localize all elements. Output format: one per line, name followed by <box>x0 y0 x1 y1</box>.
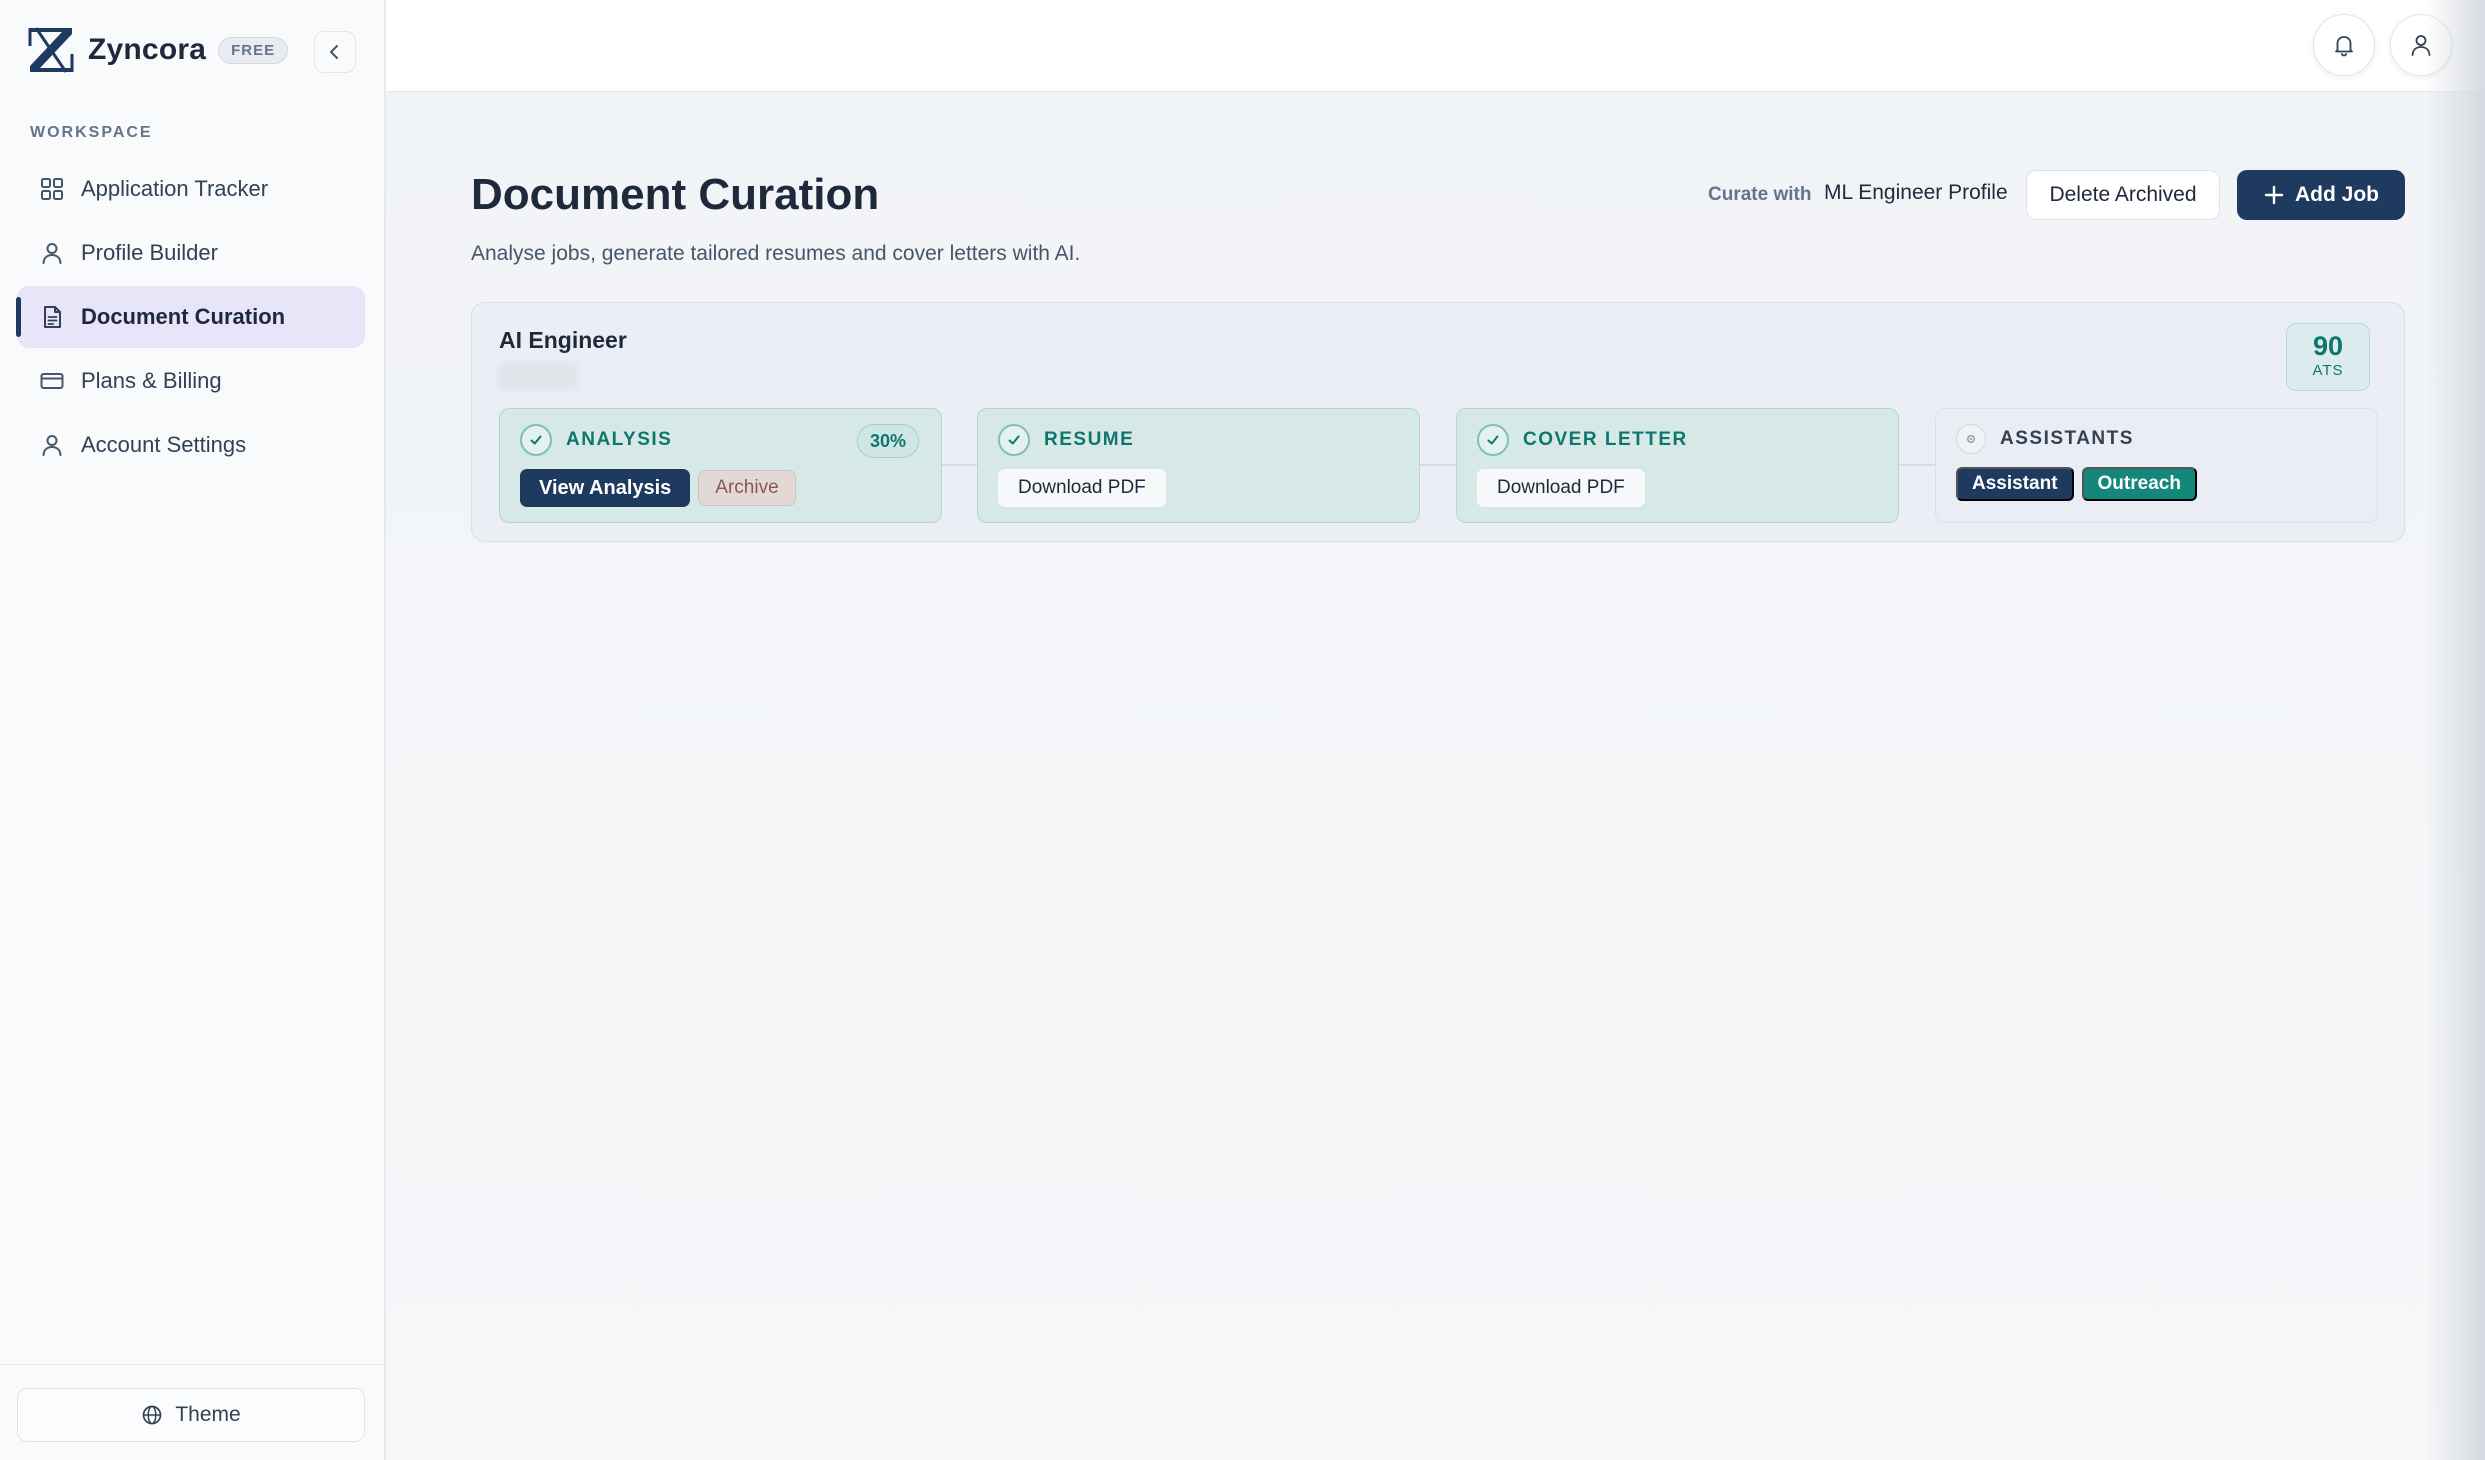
analysis-percent-badge: 30% <box>856 424 919 458</box>
sidebar-item-label: Document Curation <box>81 304 286 329</box>
step-connector <box>1420 464 1456 466</box>
sidebar-item-label: Account Settings <box>81 432 247 457</box>
sidebar-item-account-settings[interactable]: Account Settings <box>17 414 365 476</box>
globe-icon <box>142 1405 162 1425</box>
page-title: Document Curation <box>471 170 880 219</box>
bell-icon <box>2335 36 2353 57</box>
sidebar-nav: Application Tracker Profile Builder Docu… <box>16 158 365 478</box>
ats-score-badge: 90 ATS <box>2286 323 2370 391</box>
brand-name: Zyncora <box>88 33 207 66</box>
main-content: Document Curation Analyse jobs, generate… <box>386 92 2485 1460</box>
sidebar-item-profile-builder[interactable]: Profile Builder <box>17 222 365 284</box>
brand[interactable]: Zyncora FREE <box>26 24 289 76</box>
job-company-blurred <box>498 363 578 389</box>
sidebar-item-plans-billing[interactable]: Plans & Billing <box>17 350 365 412</box>
collapse-sidebar-button[interactable] <box>314 31 356 73</box>
user-icon <box>42 243 62 264</box>
job-card[interactable]: AI Engineer 90 ATS ANALYSIS 30% View Ana… <box>471 302 2405 542</box>
add-job-label: Add Job <box>2295 183 2379 206</box>
assistant-button[interactable]: Assistant <box>1956 467 2074 501</box>
step-name: RESUME <box>1044 429 1135 450</box>
check-icon <box>520 424 552 456</box>
check-icon <box>1477 424 1509 456</box>
ats-score: 90 <box>2312 331 2344 361</box>
credit-card-icon <box>40 373 64 389</box>
step-name: ANALYSIS <box>566 429 673 450</box>
step-connector <box>1899 464 1935 466</box>
gear-icon <box>1956 424 1986 454</box>
job-title: AI Engineer <box>499 327 627 353</box>
top-bar <box>386 0 2485 92</box>
view-analysis-button[interactable]: View Analysis <box>520 469 691 507</box>
sidebar: Zyncora FREE WORKSPACE Application Track… <box>0 0 386 1460</box>
profile-menu-button[interactable] <box>2390 14 2452 76</box>
sidebar-footer: Theme <box>0 1364 384 1460</box>
section-label-workspace: WORKSPACE <box>30 124 153 141</box>
step-name: COVER LETTER <box>1523 429 1688 450</box>
notifications-button[interactable] <box>2313 14 2375 76</box>
sidebar-item-document-curation[interactable]: Document Curation <box>16 286 365 348</box>
delete-archived-button[interactable]: Delete Archived <box>2026 170 2220 220</box>
sidebar-item-label: Plans & Billing <box>81 368 222 393</box>
theme-button[interactable]: Theme <box>17 1388 365 1442</box>
outreach-button[interactable]: Outreach <box>2081 467 2197 501</box>
ats-label: ATS <box>2312 362 2344 379</box>
plan-badge: FREE <box>218 36 289 64</box>
sidebar-item-label: Application Tracker <box>81 176 269 201</box>
step-resume: RESUME Download PDF <box>977 408 1420 523</box>
step-assistants: ASSISTANTS Assistant Outreach <box>1935 408 2378 523</box>
download-cover-letter-pdf-button[interactable]: Download PDF <box>1477 469 1645 507</box>
check-icon <box>998 424 1030 456</box>
step-cover-letter: COVER LETTER Download PDF <box>1456 408 1899 523</box>
step-name: ASSISTANTS <box>2000 428 2134 449</box>
sidebar-item-label: Profile Builder <box>81 240 218 265</box>
user-icon <box>42 435 62 456</box>
user-icon <box>2411 35 2431 56</box>
sidebar-item-application-tracker[interactable]: Application Tracker <box>17 158 365 220</box>
theme-label: Theme <box>175 1403 241 1426</box>
page-subtitle: Analyse jobs, generate tailored resumes … <box>471 242 1081 265</box>
step-analysis: ANALYSIS 30% View Analysis Archive <box>499 408 942 523</box>
document-icon <box>44 306 61 328</box>
plus-icon <box>2264 185 2284 205</box>
zyncora-logo-icon <box>28 27 74 73</box>
download-resume-pdf-button[interactable]: Download PDF <box>998 469 1166 507</box>
curate-profile-select[interactable]: ML Engineer Profile <box>1824 181 2008 205</box>
step-connector <box>941 464 977 466</box>
add-job-button[interactable]: Add Job <box>2237 170 2405 220</box>
curate-with-label: Curate with <box>1708 184 1812 205</box>
grid-icon <box>41 178 63 200</box>
archive-button[interactable]: Archive <box>698 470 796 506</box>
chevron-left-icon <box>330 45 338 59</box>
